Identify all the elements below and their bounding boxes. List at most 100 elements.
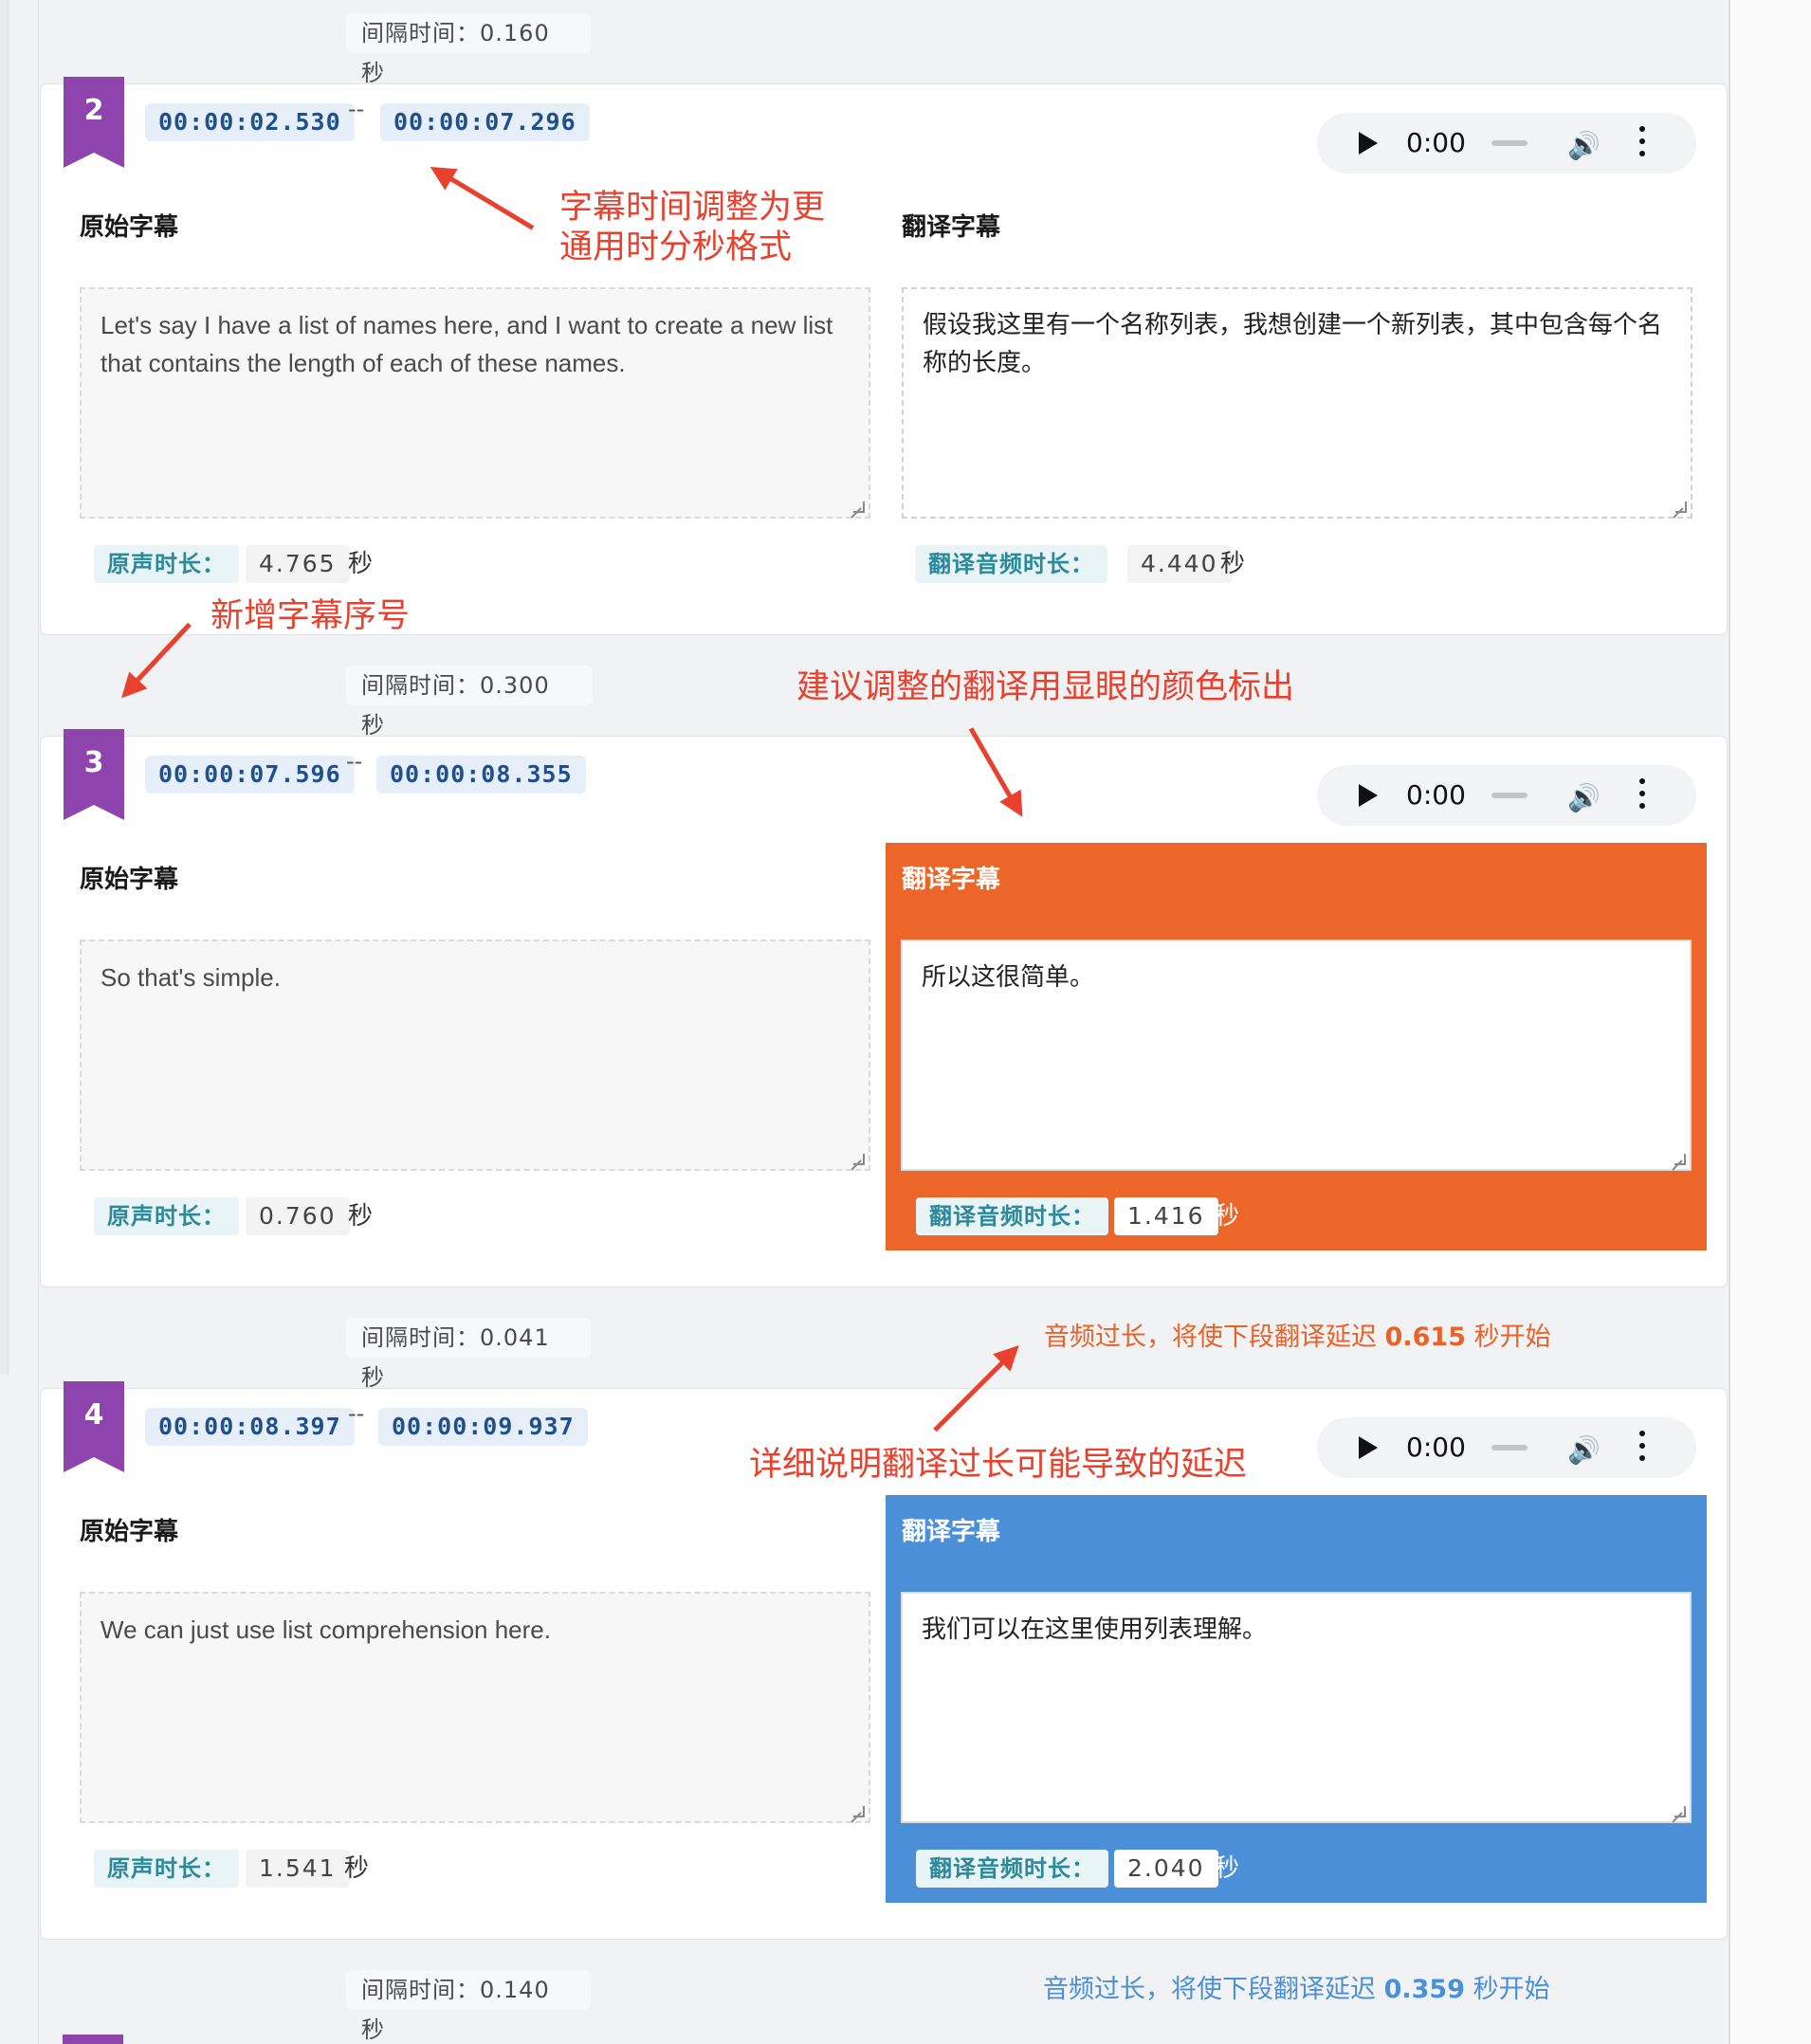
warning-suffix: 秒开始	[1466, 1323, 1551, 1352]
original-duration-label: 原声时长：	[94, 1197, 239, 1235]
gap-time: 间隔时间：0.300 秒	[346, 666, 593, 739]
translated-duration-value: 2.040	[1114, 1850, 1218, 1888]
original-duration-value: 1.541	[246, 1850, 350, 1888]
original-text: We can just use list comprehension here.	[101, 1615, 551, 1644]
original-subtitle-heading: 原始字幕	[80, 1518, 179, 1546]
player-time: 0:00	[1406, 779, 1466, 811]
end-timecode[interactable]: 00:00:09.937	[378, 1408, 588, 1446]
original-text-area[interactable]: Let's say I have a list of names here, a…	[80, 287, 870, 519]
translated-duration-label: 翻译音频时长：	[916, 1850, 1108, 1888]
play-icon[interactable]	[1359, 784, 1378, 807]
index-ribbon: 2	[64, 77, 124, 168]
left-panel-edge	[0, 0, 9, 1375]
original-duration-label: 原声时长：	[94, 545, 239, 583]
gap-unit: 秒	[361, 60, 385, 86]
play-icon[interactable]	[1359, 132, 1378, 155]
original-text: Let's say I have a list of names here, a…	[101, 311, 833, 377]
player-time: 0:00	[1406, 1432, 1466, 1463]
play-icon[interactable]	[1359, 1436, 1378, 1459]
time-separator: --	[348, 96, 365, 122]
translated-subtitle-heading: 翻译字幕	[902, 213, 1001, 242]
gap-value: 0.300	[480, 672, 550, 699]
volume-icon[interactable]: 🔊	[1567, 130, 1601, 161]
delay-warning: 音频过长，将使下段翻译延迟 0.615 秒开始	[1044, 1318, 1551, 1358]
resize-grip[interactable]	[1674, 1154, 1686, 1165]
annotation-highlight: 建议调整的翻译用显眼的颜色标出	[796, 668, 1295, 706]
gap-label: 间隔时间：	[361, 1324, 480, 1351]
more-options-icon[interactable]	[1639, 778, 1645, 811]
progress-slider[interactable]	[1491, 1445, 1527, 1451]
subtitle-card-2: 2 00:00:02.530 -- 00:00:07.296 0:00 🔊 原始…	[40, 77, 1728, 635]
more-options-icon[interactable]	[1639, 126, 1645, 158]
time-separator: --	[348, 1400, 365, 1427]
progress-slider[interactable]	[1491, 140, 1527, 146]
translated-duration-value: 1.416	[1114, 1197, 1218, 1235]
gap-label: 间隔时间：	[361, 672, 480, 699]
seconds-unit: 秒	[348, 1202, 374, 1231]
audio-player[interactable]: 0:00 🔊	[1317, 1417, 1696, 1478]
gap-label: 间隔时间：	[361, 1977, 480, 2003]
next-index-ribbon	[63, 2035, 123, 2044]
translation-highlight-panel: 翻译字幕 所以这很简单。 翻译音频时长： 1.416 秒	[886, 843, 1707, 1250]
translated-duration-label: 翻译音频时长：	[916, 1197, 1108, 1235]
translated-duration-label: 翻译音频时长：	[915, 545, 1107, 583]
original-subtitle-heading: 原始字幕	[80, 213, 179, 242]
original-text: So that's simple.	[101, 963, 281, 992]
index-ribbon: 4	[64, 1381, 124, 1472]
annotation-index: 新增字幕序号	[210, 597, 411, 635]
gap-value: 0.160	[480, 20, 550, 46]
translated-text: 假设我这里有一个名称列表，我想创建一个新列表，其中包含每个名称的长度。	[923, 311, 1663, 377]
gap-value: 0.140	[480, 1977, 550, 2003]
right-panel-edge	[1729, 0, 1811, 2044]
delay-warning: 音频过长，将使下段翻译延迟 0.359 秒开始	[1043, 1970, 1550, 2010]
start-timecode[interactable]: 00:00:02.530	[145, 103, 355, 141]
audio-player[interactable]: 0:00 🔊	[1317, 765, 1696, 826]
seconds-unit: 秒	[1215, 1854, 1240, 1883]
start-timecode[interactable]: 00:00:07.596	[145, 756, 355, 794]
index-ribbon: 3	[64, 729, 124, 820]
translated-text-area[interactable]: 所以这很简单。	[901, 940, 1692, 1171]
subtitle-index: 4	[83, 1398, 104, 1432]
resize-grip[interactable]	[1674, 1806, 1686, 1817]
end-timecode[interactable]: 00:00:08.355	[376, 756, 586, 794]
warning-delay: 0.359	[1383, 1975, 1465, 2004]
resize-grip[interactable]	[853, 1154, 865, 1165]
warning-text: 音频过长，将使下段翻译延迟	[1044, 1323, 1385, 1352]
warning-delay: 0.615	[1384, 1323, 1466, 1352]
annotation-timecode: 字幕时间调整为更通用时分秒格式	[559, 189, 826, 266]
start-timecode[interactable]: 00:00:08.397	[145, 1408, 355, 1446]
original-duration-label: 原声时长：	[94, 1850, 239, 1888]
end-timecode[interactable]: 00:00:07.296	[380, 103, 590, 141]
resize-grip[interactable]	[853, 1806, 865, 1817]
warning-suffix: 秒开始	[1465, 1975, 1550, 2004]
translation-highlight-panel: 翻译字幕 我们可以在这里使用列表理解。 翻译音频时长： 2.040 秒	[886, 1495, 1707, 1903]
volume-icon[interactable]: 🔊	[1567, 1434, 1601, 1466]
audio-player[interactable]: 0:00 🔊	[1317, 113, 1696, 173]
translated-text-area[interactable]: 假设我这里有一个名称列表，我想创建一个新列表，其中包含每个名称的长度。	[902, 287, 1692, 519]
player-time: 0:00	[1406, 127, 1466, 158]
volume-icon[interactable]: 🔊	[1567, 782, 1601, 813]
translated-duration-value: 4.440	[1127, 545, 1232, 583]
subtitle-index: 3	[83, 746, 104, 779]
gap-unit: 秒	[361, 712, 385, 739]
gap-label: 间隔时间：	[361, 20, 480, 46]
more-options-icon[interactable]	[1639, 1431, 1645, 1463]
translated-subtitle-heading: 翻译字幕	[902, 866, 1001, 894]
resize-grip[interactable]	[1675, 502, 1687, 513]
gap-unit: 秒	[361, 1364, 385, 1391]
gap-time: 间隔时间：0.041 秒	[346, 1318, 591, 1391]
translated-text-area[interactable]: 我们可以在这里使用列表理解。	[901, 1592, 1692, 1823]
original-duration-value: 4.765	[246, 545, 350, 583]
translated-text: 所以这很简单。	[922, 963, 1095, 992]
progress-slider[interactable]	[1491, 793, 1527, 798]
original-subtitle-heading: 原始字幕	[80, 866, 179, 894]
original-text-area[interactable]: So that's simple.	[80, 940, 870, 1171]
time-separator: --	[346, 748, 363, 775]
subtitle-card-3: 3 00:00:07.596 -- 00:00:08.355 0:00 🔊 原始…	[40, 729, 1728, 1287]
resize-grip[interactable]	[853, 502, 865, 513]
seconds-unit: 秒	[348, 550, 374, 578]
seconds-unit: 秒	[344, 1854, 370, 1883]
original-text-area[interactable]: We can just use list comprehension here.	[80, 1592, 870, 1823]
gap-unit: 秒	[361, 2017, 385, 2043]
seconds-unit: 秒	[1220, 550, 1246, 578]
